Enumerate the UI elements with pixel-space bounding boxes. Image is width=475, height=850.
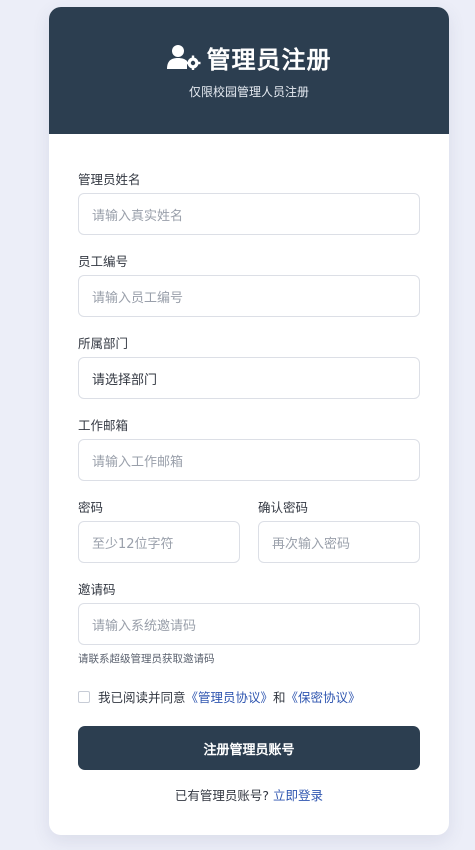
- agreement-conjunction: 和: [273, 690, 286, 705]
- page-subtitle: 仅限校园管理人员注册: [188, 85, 309, 99]
- confirm-password-input[interactable]: 再次输入密码: [258, 521, 420, 563]
- employee-id-input[interactable]: 请输入员工编号: [78, 275, 420, 317]
- department-select[interactable]: 请选择部门: [78, 357, 420, 399]
- email-label: 工作邮箱: [78, 418, 129, 433]
- employee-id-label: 员工编号: [78, 254, 129, 269]
- agreement-prefix: 我已阅读并同意: [98, 690, 186, 705]
- invite-code-input[interactable]: 请输入系统邀请码: [78, 603, 420, 645]
- invite-code-hint: 请联系超级管理员获取邀请码: [78, 653, 215, 665]
- admin-agreement-link[interactable]: 《管理员协议》: [186, 687, 274, 706]
- department-label: 所属部门: [78, 336, 129, 351]
- login-row: 已有管理员账号? 立即登录: [49, 785, 449, 804]
- password-input[interactable]: 至少12位字符: [78, 521, 240, 563]
- password-label: 密码: [78, 500, 104, 515]
- registration-card: 管理员注册 仅限校园管理人员注册 管理员姓名 请输入真实姓名 员工编号 请输入员…: [49, 7, 449, 835]
- confirm-password-label: 确认密码: [258, 500, 309, 515]
- agreement-row: 我已阅读并同意 《管理员协议》 和 《保密协议》: [78, 687, 361, 706]
- login-link[interactable]: 立即登录: [273, 788, 323, 803]
- name-input[interactable]: 请输入真实姓名: [78, 193, 420, 235]
- agreement-checkbox[interactable]: [78, 690, 90, 703]
- card-header: 管理员注册 仅限校园管理人员注册: [49, 7, 449, 134]
- name-label: 管理员姓名: [78, 172, 141, 187]
- confidentiality-agreement-link[interactable]: 《保密协议》: [286, 687, 361, 706]
- page-title: 管理员注册: [206, 45, 332, 74]
- title-row: 管理员注册: [49, 41, 449, 74]
- invite-code-label: 邀请码: [78, 582, 116, 597]
- register-button[interactable]: 注册管理员账号: [78, 726, 420, 770]
- email-input[interactable]: 请输入工作邮箱: [78, 439, 420, 481]
- login-prompt: 已有管理员账号?: [174, 788, 270, 803]
- user-gear-icon: [166, 45, 200, 70]
